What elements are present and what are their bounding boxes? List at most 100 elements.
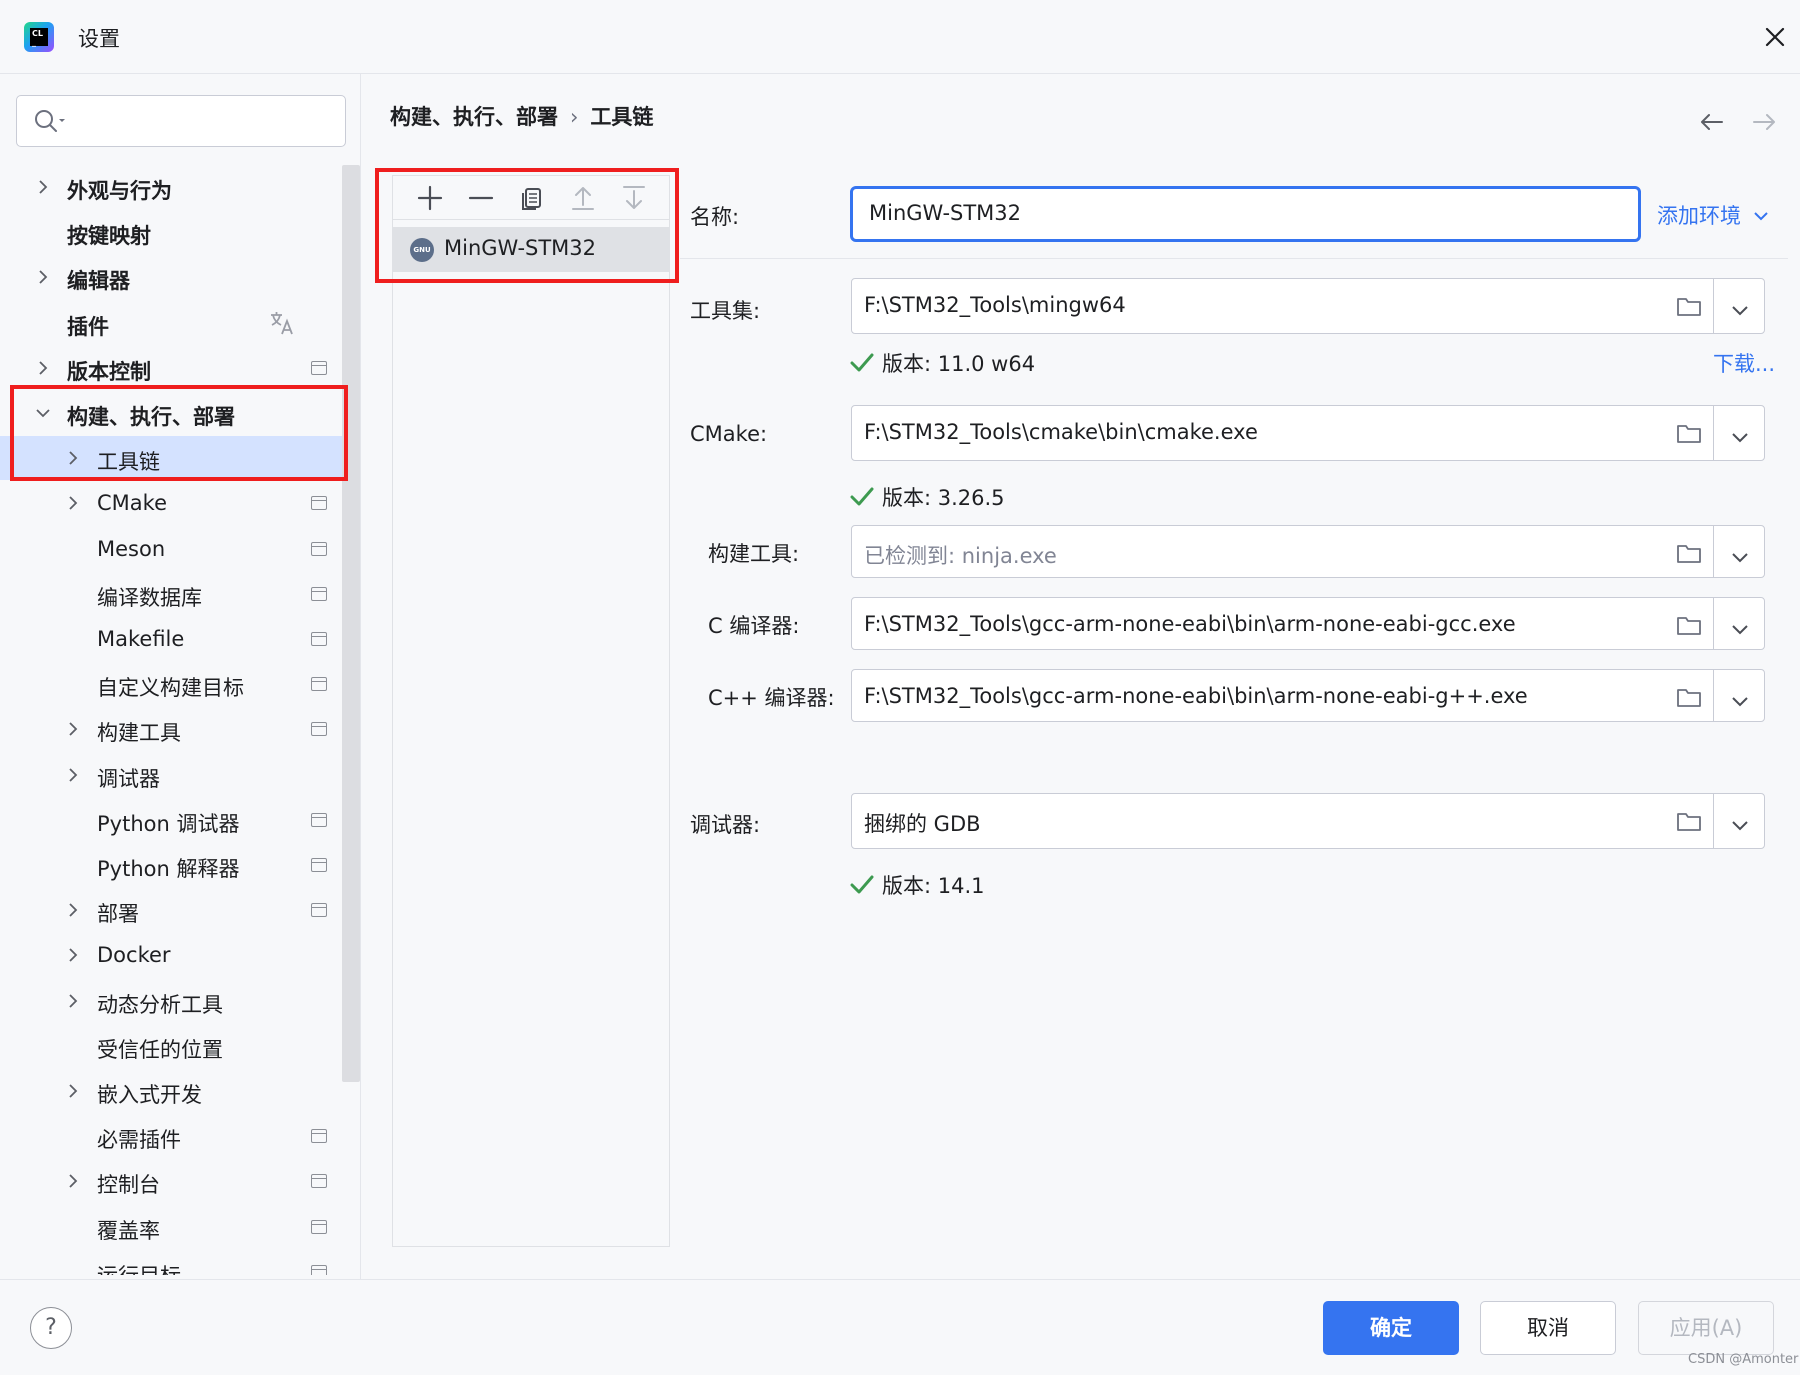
project-scope-icon — [311, 1219, 327, 1234]
breadcrumb-current: 工具链 — [590, 105, 654, 129]
back-arrow-icon[interactable] — [1698, 108, 1726, 141]
cancel-button[interactable]: 取消 — [1480, 1301, 1616, 1355]
sidebar-item[interactable]: Makefile — [0, 617, 350, 661]
sidebar-item[interactable]: 覆盖率 — [0, 1205, 350, 1249]
name-input[interactable]: MinGW-STM32 — [850, 186, 1641, 242]
window-title: 设置 — [78, 27, 120, 51]
sidebar-item[interactable]: Python 解释器 — [0, 843, 350, 887]
chevron-right-icon[interactable] — [63, 1171, 83, 1191]
debugger-version-text: 版本: 14.1 — [882, 874, 985, 898]
sidebar-item[interactable]: 自定义构建目标 — [0, 662, 350, 706]
chevron-right-icon[interactable] — [33, 358, 53, 378]
dropdown-separator — [1713, 406, 1714, 460]
debugger-field[interactable]: 捆绑的 GDB — [851, 793, 1765, 849]
project-scope-icon — [311, 1264, 327, 1275]
sidebar-item[interactable]: 必需插件 — [0, 1114, 350, 1158]
chevron-down-icon[interactable] — [1731, 426, 1749, 450]
chevron-down-icon — [1753, 212, 1768, 221]
cpp-compiler-field[interactable]: F:\STM32_Tools\gcc-arm-none-eabi\bin\arm… — [851, 669, 1765, 722]
folder-icon[interactable] — [1676, 686, 1702, 713]
sidebar-item-label: 插件 — [67, 314, 109, 339]
debugger-label: 调试器: — [690, 813, 761, 837]
chevron-right-icon[interactable] — [33, 177, 53, 197]
breadcrumb-parent[interactable]: 构建、执行、部署 — [390, 105, 558, 129]
folder-icon[interactable] — [1676, 422, 1702, 449]
sidebar-item[interactable]: 插件 — [0, 301, 350, 345]
add-environment-label: 添加环境 — [1657, 204, 1741, 228]
chevron-down-icon[interactable] — [1731, 690, 1749, 714]
sidebar-divider — [360, 74, 361, 1279]
project-scope-icon — [311, 496, 327, 511]
sidebar-item[interactable]: 编辑器 — [0, 255, 350, 299]
sidebar-scrollbar[interactable] — [342, 165, 360, 1082]
download-link[interactable]: 下载... — [1713, 348, 1775, 378]
chevron-down-icon[interactable] — [1731, 814, 1749, 838]
project-scope-icon — [311, 360, 327, 375]
sidebar-item[interactable]: 编译数据库 — [0, 572, 350, 616]
chevron-right-icon[interactable] — [63, 719, 83, 739]
dropdown-separator — [1713, 279, 1714, 333]
highlight-frame-toolchain-list — [375, 168, 679, 283]
ok-button[interactable]: 确定 — [1323, 1301, 1459, 1355]
cmake-value: F:\STM32_Tools\cmake\bin\cmake.exe — [864, 420, 1258, 444]
add-environment-link[interactable]: 添加环境 — [1657, 200, 1770, 230]
project-scope-icon — [311, 903, 327, 918]
build-tool-field[interactable]: 已检测到: ninja.exe — [851, 525, 1765, 578]
chevron-right-icon[interactable] — [63, 493, 83, 513]
form-divider — [680, 258, 1788, 259]
folder-icon[interactable] — [1676, 614, 1702, 641]
project-scope-icon — [311, 632, 327, 646]
search-icon — [33, 108, 69, 141]
help-button[interactable]: ? — [30, 1307, 72, 1349]
sidebar-item[interactable]: 控制台 — [0, 1159, 350, 1203]
toolset-version-text: 版本: 11.0 w64 — [882, 352, 1036, 376]
sidebar-item[interactable]: Docker — [0, 933, 350, 977]
sidebar-item[interactable]: 版本控制 — [0, 346, 350, 390]
sidebar-item[interactable]: CMake — [0, 481, 350, 525]
apply-button[interactable]: 应用(A) — [1638, 1301, 1774, 1355]
sidebar-item[interactable]: 运行目标 — [0, 1250, 350, 1275]
toolset-field[interactable]: F:\STM32_Tools\mingw64 — [851, 278, 1765, 334]
sidebar-item-label: Docker — [97, 943, 171, 968]
sidebar-item[interactable]: 构建工具 — [0, 707, 350, 751]
chevron-down-icon[interactable] — [1731, 299, 1749, 323]
sidebar-item[interactable]: 按键映射 — [0, 210, 350, 254]
toolset-version: 版本: 11.0 w64 — [850, 348, 1035, 378]
sidebar-item[interactable]: 部署 — [0, 888, 350, 932]
sidebar-item-label: Python 解释器 — [97, 857, 240, 881]
search-input[interactable] — [16, 95, 346, 147]
project-scope-icon — [311, 541, 327, 556]
sidebar-item[interactable]: Meson — [0, 527, 350, 571]
chevron-right-icon[interactable] — [63, 765, 83, 785]
sidebar-item[interactable]: 外观与行为 — [0, 165, 350, 209]
cmake-field[interactable]: F:\STM32_Tools\cmake\bin\cmake.exe — [851, 405, 1765, 461]
sidebar-item[interactable]: 嵌入式开发 — [0, 1069, 350, 1113]
project-scope-icon — [311, 677, 327, 692]
sidebar-item[interactable]: 调试器 — [0, 753, 350, 797]
chevron-right-icon[interactable] — [63, 945, 83, 965]
sidebar-item[interactable]: 动态分析工具 — [0, 979, 350, 1023]
chevron-right-icon[interactable] — [63, 991, 83, 1011]
sidebar-item-label: Meson — [97, 536, 166, 561]
project-scope-icon — [311, 1174, 327, 1189]
cmake-version: 版本: 3.26.5 — [850, 482, 1005, 512]
debugger-value: 捆绑的 GDB — [864, 812, 981, 836]
chevron-right-icon[interactable] — [63, 1081, 83, 1101]
forward-arrow-icon — [1750, 108, 1778, 141]
cmake-version-text: 版本: 3.26.5 — [882, 486, 1005, 510]
chevron-down-icon[interactable] — [1731, 546, 1749, 570]
highlight-frame-toolchain-nav — [10, 385, 348, 481]
folder-icon[interactable] — [1676, 295, 1702, 322]
folder-icon[interactable] — [1676, 810, 1702, 837]
c-compiler-field[interactable]: F:\STM32_Tools\gcc-arm-none-eabi\bin\arm… — [851, 597, 1765, 650]
sidebar-item-label: 受信任的位置 — [97, 1037, 223, 1062]
close-icon[interactable] — [1760, 22, 1790, 52]
chevron-right-icon[interactable] — [63, 900, 83, 920]
sidebar-item[interactable]: 受信任的位置 — [0, 1024, 350, 1068]
folder-icon[interactable] — [1676, 542, 1702, 569]
chevron-right-icon[interactable] — [33, 267, 53, 287]
sidebar-item[interactable]: Python 调试器 — [0, 798, 350, 842]
name-value: MinGW-STM32 — [869, 201, 1022, 225]
dropdown-separator — [1713, 794, 1714, 848]
chevron-down-icon[interactable] — [1731, 618, 1749, 642]
